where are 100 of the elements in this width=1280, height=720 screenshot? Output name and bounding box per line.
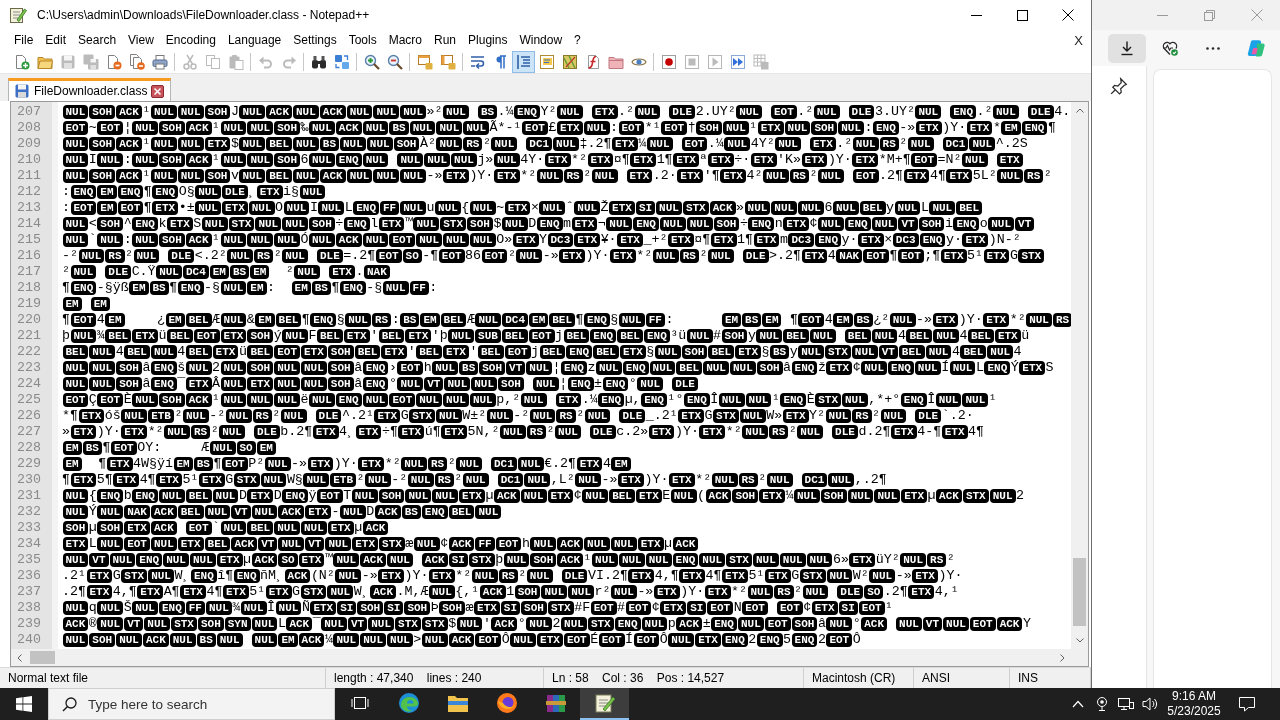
file-tab[interactable]: FileDownloader.class bbox=[8, 78, 172, 101]
control-code: ENQ bbox=[97, 489, 124, 503]
control-code: ENQ bbox=[150, 377, 177, 391]
code-text: ¬ bbox=[597, 216, 606, 232]
menu-item[interactable]: Encoding bbox=[159, 30, 222, 50]
code-text: •± bbox=[178, 200, 195, 216]
menu-item[interactable]: Tools bbox=[342, 30, 383, 50]
code-text: â bbox=[142, 376, 151, 392]
control-code: RS bbox=[428, 457, 448, 471]
control-code: ETB bbox=[148, 409, 174, 423]
menu-item[interactable]: Edit bbox=[39, 30, 73, 50]
control-code: ETX bbox=[405, 329, 432, 343]
control-code: NUL bbox=[62, 601, 89, 615]
control-code: NUL bbox=[810, 329, 836, 343]
menu-item[interactable]: Settings bbox=[287, 30, 343, 50]
control-code: NUL bbox=[471, 569, 498, 583]
code-text: ü bbox=[1021, 328, 1030, 344]
control-code: EM bbox=[173, 457, 193, 471]
control-code: BEL bbox=[440, 313, 467, 327]
scroll-right-icon bbox=[1060, 653, 1065, 662]
search-field[interactable]: Type here to search bbox=[48, 688, 335, 720]
code-text: { bbox=[461, 200, 470, 216]
control-code: ETX bbox=[801, 153, 828, 167]
control-code: ENQ bbox=[683, 393, 710, 407]
menu-item[interactable]: View bbox=[122, 30, 160, 50]
menu-item[interactable]: File bbox=[8, 30, 40, 50]
control-code: NUL bbox=[775, 137, 801, 151]
code-text: ÷¶ bbox=[381, 424, 398, 440]
control-code: ACK bbox=[185, 153, 212, 167]
vertical-scrollbar[interactable] bbox=[1071, 102, 1088, 649]
control-code: EM bbox=[209, 265, 229, 279]
control-code: ENQ bbox=[672, 553, 699, 567]
control-code: NUL bbox=[435, 201, 461, 215]
control-code: NUL bbox=[784, 121, 811, 135]
control-code: SOH bbox=[158, 153, 185, 167]
horizontal-scrollbar[interactable] bbox=[11, 649, 1071, 666]
code-text: ¢ bbox=[440, 536, 449, 552]
control-code: STX bbox=[171, 617, 197, 631]
control-code: NUL bbox=[871, 217, 898, 231]
code-text: ž bbox=[817, 360, 826, 376]
control-code: BS bbox=[400, 313, 420, 327]
control-code: EOT bbox=[117, 201, 144, 215]
code-text: ^.2S bbox=[995, 136, 1028, 152]
control-code: VT bbox=[124, 617, 144, 631]
control-code: ACK bbox=[676, 617, 703, 631]
close-document-button[interactable]: X bbox=[1071, 30, 1086, 50]
control-code: NAK bbox=[124, 505, 150, 519]
code-text: Ý bbox=[1010, 360, 1019, 376]
control-code: BS bbox=[311, 281, 331, 295]
code-text: ¾ bbox=[96, 328, 105, 344]
sync-horizontal-icon bbox=[439, 53, 456, 70]
taskbar-app-button[interactable] bbox=[580, 688, 629, 720]
line-number: 216 bbox=[17, 248, 41, 264]
control-code: DLE bbox=[619, 409, 646, 423]
control-code: DC3 bbox=[892, 233, 919, 247]
menu-item[interactable]: Search bbox=[72, 30, 123, 50]
ribbon-logo-icon bbox=[1247, 39, 1265, 57]
find-replace-icon bbox=[333, 53, 350, 70]
scrollbar-thumb[interactable] bbox=[30, 651, 55, 664]
control-code: ETX bbox=[137, 585, 164, 599]
control-code: STX bbox=[421, 617, 448, 631]
code-text: ¹ bbox=[771, 392, 780, 408]
code-text: 6» bbox=[832, 552, 849, 568]
code-text: O§ bbox=[178, 184, 195, 200]
word-wrap-icon bbox=[469, 53, 486, 70]
menu-item[interactable]: Plugins bbox=[462, 30, 514, 50]
control-code: NUL bbox=[421, 633, 448, 647]
control-code: NUL bbox=[205, 601, 232, 615]
menu-item[interactable]: Window bbox=[513, 30, 569, 50]
scrollbar-thumb[interactable] bbox=[1073, 558, 1086, 626]
code-text: ™ bbox=[324, 552, 333, 568]
browser-toolbar-button[interactable] bbox=[1108, 33, 1146, 63]
code-text: Ý bbox=[88, 504, 97, 520]
code-text: ± bbox=[594, 376, 602, 392]
control-code: NUL bbox=[220, 377, 247, 391]
control-code: SOH bbox=[197, 617, 224, 631]
control-code: NUL bbox=[444, 377, 471, 391]
menu-item[interactable]: Macro bbox=[382, 30, 428, 50]
control-code: RS bbox=[879, 137, 899, 151]
code-text: b.2¶ bbox=[280, 424, 313, 440]
code-text: ¼ bbox=[324, 632, 333, 648]
control-code: NUL bbox=[366, 137, 393, 151]
control-code: STX bbox=[962, 489, 989, 503]
control-code: STX bbox=[395, 617, 421, 631]
line-number: 229 bbox=[17, 456, 41, 472]
code-text: 5 bbox=[783, 632, 792, 648]
control-code: ETX bbox=[574, 233, 601, 247]
control-code: NUL bbox=[150, 345, 177, 359]
control-code: ACK bbox=[448, 537, 475, 551]
control-code: NUL bbox=[62, 169, 89, 183]
menu-item[interactable]: Run bbox=[428, 30, 463, 50]
control-code: NUL bbox=[89, 361, 116, 375]
control-code: BEL bbox=[549, 313, 576, 327]
control-code: BS bbox=[389, 121, 409, 135]
control-code: ETX bbox=[750, 153, 777, 167]
menu-item[interactable]: Language bbox=[221, 30, 288, 50]
menu-item[interactable]: ? bbox=[568, 30, 587, 50]
printer-icon bbox=[151, 53, 168, 70]
code-text: 4Y² bbox=[750, 136, 775, 152]
code-text: ² bbox=[285, 264, 294, 280]
